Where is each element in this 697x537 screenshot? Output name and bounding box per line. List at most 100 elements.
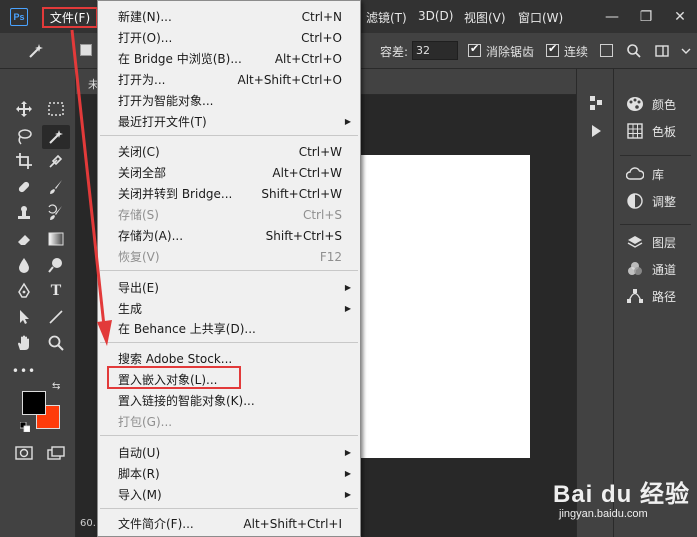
file-menu-dropdown: 新建(N)... Ctrl+N 打开(O)... Ctrl+O 在 Bridge 中… — [97, 0, 361, 537]
panel-swatches-label: 色板 — [652, 124, 677, 139]
panels-dock: 颜色 色板 库 调整 图层 通道 路径 — [614, 69, 697, 537]
panel-divider — [620, 224, 691, 225]
menu-item-open-smart-object[interactable]: 打开为智能对象... — [98, 90, 360, 111]
window-controls: — ❐ ✕ — [595, 0, 697, 33]
panel-color-label: 颜色 — [652, 97, 677, 112]
menu-3d[interactable]: 3D(D) — [418, 9, 453, 23]
menu-item-package[interactable]: 打包(G)... — [98, 411, 360, 432]
eraser-tool-icon[interactable] — [10, 227, 38, 251]
restore-icon[interactable]: ❐ — [629, 9, 663, 25]
marquee-tool-icon[interactable] — [42, 97, 70, 121]
path-selection-tool-icon[interactable] — [10, 305, 38, 329]
submenu-arrow-icon: ▶ — [344, 304, 351, 313]
menu-item-close[interactable]: 关闭(C) Ctrl+W — [98, 141, 360, 162]
lasso-tool-icon[interactable] — [10, 125, 38, 149]
panel-swatches[interactable]: 色板 — [626, 122, 676, 140]
tools-panel: T ••• ⇆ — [0, 69, 76, 537]
panel-libraries[interactable]: 库 — [626, 165, 664, 183]
quick-mask-icon[interactable] — [10, 441, 38, 465]
magic-wand-preset-icon[interactable] — [22, 39, 50, 63]
search-icon[interactable] — [620, 39, 648, 63]
menu-item-browse-bridge[interactable]: 在 Bridge 中浏览(B)... Alt+Ctrl+O — [98, 48, 360, 69]
menu-item-recent-files[interactable]: 最近打开文件(T) ▶ — [98, 111, 360, 132]
tolerance-input[interactable] — [412, 41, 458, 60]
dodge-tool-icon[interactable] — [42, 253, 70, 277]
panel-divider — [620, 155, 691, 156]
move-tool-icon[interactable] — [10, 97, 38, 121]
pen-tool-icon[interactable] — [10, 279, 38, 303]
history-panel-icon[interactable] — [582, 91, 610, 115]
tolerance-label: 容差: — [380, 45, 409, 59]
menu-window[interactable]: 窗口(W) — [518, 9, 563, 26]
menu-item-save[interactable]: 存储(S) Ctrl+S — [98, 204, 360, 225]
panel-channels[interactable]: 通道 — [626, 260, 676, 278]
menu-item-revert[interactable]: 恢复(V) F12 — [98, 246, 360, 267]
submenu-arrow-icon: ▶ — [344, 490, 351, 499]
menu-item-scripts[interactable]: 脚本(R) ▶ — [98, 463, 360, 484]
more-tools-icon[interactable]: ••• — [10, 359, 38, 383]
foreground-color-swatch[interactable] — [22, 391, 46, 415]
menu-item-search-adobe-stock[interactable]: 搜索 Adobe Stock... — [98, 348, 360, 369]
menu-item-open-as[interactable]: 打开为... Alt+Shift+Ctrl+O — [98, 69, 360, 90]
panel-layers[interactable]: 图层 — [626, 233, 676, 251]
menu-item-place-embedded[interactable]: 置入嵌入对象(L)... — [98, 369, 360, 390]
menu-separator — [100, 342, 358, 343]
hand-tool-icon[interactable] — [10, 331, 38, 355]
screen-mode-icon[interactable] — [42, 441, 70, 465]
menu-item-generate[interactable]: 生成 ▶ — [98, 298, 360, 319]
panel-color[interactable]: 颜色 — [626, 95, 676, 113]
cloud-icon — [626, 165, 644, 183]
zoom-tool-icon[interactable] — [42, 331, 70, 355]
default-colors-icon[interactable] — [19, 421, 31, 433]
panel-channels-label: 通道 — [652, 262, 677, 277]
submenu-arrow-icon: ▶ — [344, 283, 351, 292]
panel-icon-strip — [576, 69, 614, 537]
menu-item-new[interactable]: 新建(N)... Ctrl+N — [98, 6, 360, 27]
magic-wand-tool-icon[interactable] — [42, 125, 70, 149]
brush-tool-icon[interactable] — [42, 175, 70, 199]
menu-separator — [100, 508, 358, 509]
menu-item-share-behance[interactable]: 在 Behance 上共享(D)... — [98, 318, 360, 339]
menu-view[interactable]: 视图(V) — [464, 9, 506, 26]
menu-filter[interactable]: 滤镜(T) — [366, 9, 407, 26]
menu-file[interactable]: 文件(F) — [42, 7, 98, 28]
minimize-icon[interactable]: — — [595, 9, 629, 25]
panel-paths[interactable]: 路径 — [626, 287, 676, 305]
healing-brush-tool-icon[interactable] — [10, 175, 38, 199]
submenu-arrow-icon: ▶ — [344, 469, 351, 478]
blur-tool-icon[interactable] — [10, 253, 38, 277]
menu-item-close-all[interactable]: 关闭全部 Alt+Ctrl+W — [98, 162, 360, 183]
antialias-checkbox[interactable] — [468, 42, 481, 57]
line-tool-icon[interactable] — [42, 305, 70, 329]
gradient-tool-icon[interactable] — [42, 227, 70, 251]
sample-all-layers-checkbox[interactable] — [600, 44, 613, 57]
menu-item-automate[interactable]: 自动(U) ▶ — [98, 442, 360, 463]
menu-item-open[interactable]: 打开(O)... Ctrl+O — [98, 27, 360, 48]
panel-layers-label: 图层 — [652, 235, 677, 250]
new-selection-icon[interactable] — [80, 44, 92, 56]
crop-tool-icon[interactable] — [10, 149, 38, 173]
menu-item-file-info[interactable]: 文件简介(F)... Alt+Shift+Ctrl+I — [98, 513, 360, 534]
history-brush-tool-icon[interactable] — [42, 201, 70, 225]
panel-adjustments[interactable]: 调整 — [626, 192, 676, 210]
menu-separator — [100, 135, 358, 136]
antialias-label: 消除锯齿 — [486, 45, 535, 59]
menu-item-import[interactable]: 导入(M) ▶ — [98, 484, 360, 505]
menu-item-export[interactable]: 导出(E) ▶ — [98, 277, 360, 298]
chevron-down-icon[interactable] — [672, 39, 697, 63]
contiguous-checkbox[interactable] — [546, 42, 559, 57]
menu-item-save-as[interactable]: 存储为(A)... Shift+Ctrl+S — [98, 225, 360, 246]
zoom-level: 60. — [80, 518, 96, 529]
close-icon[interactable]: ✕ — [663, 9, 697, 25]
actions-play-icon[interactable] — [582, 119, 610, 143]
panel-libraries-label: 库 — [652, 167, 665, 182]
photoshop-logo: Ps — [10, 8, 28, 26]
menu-item-close-go-bridge[interactable]: 关闭并转到 Bridge... Shift+Ctrl+W — [98, 183, 360, 204]
type-tool-icon[interactable]: T — [42, 279, 70, 303]
menu-item-place-linked[interactable]: 置入链接的智能对象(K)... — [98, 390, 360, 411]
palette-icon — [626, 95, 644, 113]
clone-stamp-tool-icon[interactable] — [10, 201, 38, 225]
swap-colors-icon[interactable]: ⇆ — [52, 381, 60, 392]
panel-adjustments-label: 调整 — [652, 194, 677, 209]
eyedropper-tool-icon[interactable] — [42, 149, 70, 173]
